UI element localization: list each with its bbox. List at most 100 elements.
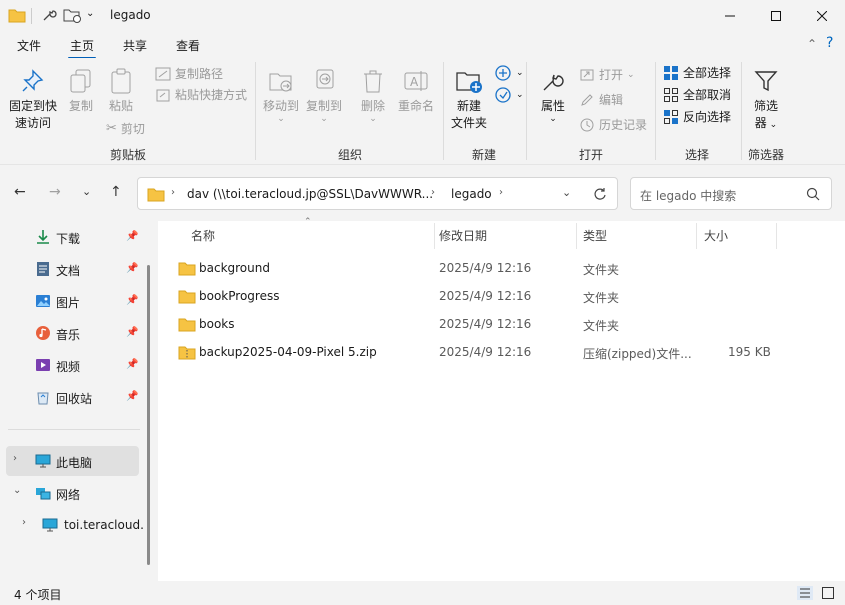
computer-icon	[35, 454, 51, 468]
file-name: books	[199, 317, 235, 331]
sidebar-scrollbar[interactable]	[147, 265, 150, 565]
navigation-pane: 下载 📌 文档 📌 图片 📌 音乐 📌 视频 📌 回收站 📌 › 此电脑 ⌄ 网…	[0, 221, 158, 581]
select-group-label: 选择	[685, 148, 710, 162]
refresh-icon[interactable]	[593, 187, 607, 201]
sidebar-item-downloads[interactable]: 下载 📌	[0, 222, 146, 252]
select-none-button[interactable]: 全部取消	[663, 86, 731, 103]
sort-ascending-icon: ⌃	[304, 217, 312, 227]
window-title: legado	[110, 8, 151, 22]
pin-quick-access-button[interactable]: 固定到快 速访问	[4, 68, 62, 132]
column-header-name[interactable]: 名称	[191, 227, 215, 244]
large-icons-view-icon[interactable]	[821, 586, 835, 600]
copy-button[interactable]: 复制	[64, 68, 98, 115]
table-row[interactable]: books 2025/4/9 12:16 文件夹	[158, 310, 845, 338]
table-row[interactable]: bookProgress 2025/4/9 12:16 文件夹	[158, 282, 845, 310]
new-folder-button[interactable]: 新建 文件夹	[447, 68, 491, 132]
column-header-type[interactable]: 类型	[583, 227, 607, 244]
ribbon: 固定到快 速访问 复制 粘贴 复制路径 粘贴快捷方式 ✂ 剪切 剪贴板 移动到 …	[0, 58, 845, 165]
help-icon[interactable]: ?	[826, 35, 833, 51]
copy-path-icon	[155, 67, 171, 80]
up-button[interactable]: ↑	[110, 184, 122, 200]
filter-button[interactable]: 筛选 器 ⌄	[748, 68, 784, 134]
recent-locations-icon[interactable]: ⌄	[82, 185, 91, 198]
properties-button[interactable]: 属性 ⌄	[532, 68, 574, 124]
chevron-right-icon[interactable]: ›	[22, 517, 26, 528]
properties-quick-icon[interactable]	[41, 7, 57, 23]
sidebar-item-videos[interactable]: 视频 📌	[0, 350, 146, 380]
collapse-ribbon-icon[interactable]: ⌃	[807, 37, 817, 51]
organize-group-label: 组织	[338, 148, 363, 162]
back-button[interactable]: ←	[14, 184, 26, 200]
sidebar-item-label: 此电脑	[56, 456, 93, 470]
sidebar-item-recycle-bin[interactable]: 回收站 📌	[0, 382, 146, 412]
open-button[interactable]: 打开 ⌄	[579, 66, 635, 83]
column-divider[interactable]	[776, 223, 777, 249]
address-history-dropdown-icon[interactable]: ⌄	[562, 186, 571, 199]
file-list: ⌃ 名称 修改日期 类型 大小 background 2025/4/9 12:1…	[158, 217, 845, 581]
delete-button[interactable]: 删除 ⌄	[356, 68, 390, 124]
move-to-label: 移动到	[262, 99, 299, 113]
pin-icon: 📌	[126, 263, 139, 274]
new-folder-quick-icon[interactable]	[63, 7, 81, 23]
breadcrumb-segment-current[interactable]: legado	[451, 187, 492, 201]
pin-icon: 📌	[126, 359, 139, 370]
sidebar-item-documents[interactable]: 文档 📌	[0, 254, 146, 284]
clipboard-group-label: 剪贴板	[110, 148, 147, 162]
address-bar[interactable]: › dav (\\toi.teracloud.jp@SSL\DavWWWR...…	[137, 177, 618, 210]
paste-button[interactable]: 粘贴	[104, 68, 138, 115]
sidebar-item-this-pc[interactable]: › 此电脑	[6, 446, 139, 476]
table-row[interactable]: background 2025/4/9 12:16 文件夹	[158, 254, 845, 282]
sidebar-item-network-share[interactable]: › toi.teracloud.	[0, 510, 146, 540]
filter-group-label: 筛选器	[748, 148, 785, 162]
search-icon[interactable]	[806, 187, 820, 201]
file-name: bookProgress	[199, 289, 280, 303]
rename-button[interactable]: A 重命名	[396, 68, 436, 115]
quick-access-dropdown-icon[interactable]: ⌄	[86, 8, 94, 19]
column-header-modified[interactable]: 修改日期	[439, 227, 487, 244]
divider	[31, 8, 32, 24]
forward-button[interactable]: →	[49, 184, 61, 200]
select-all-button[interactable]: 全部选择	[663, 64, 731, 81]
tab-view[interactable]: 查看	[176, 37, 200, 54]
search-box[interactable]: 在 legado 中搜索	[630, 177, 832, 210]
sidebar-item-pictures[interactable]: 图片 📌	[0, 286, 146, 316]
column-divider[interactable]	[576, 223, 577, 249]
maximize-button[interactable]	[753, 0, 799, 32]
tab-home[interactable]: 主页	[67, 37, 97, 59]
open-group-label: 打开	[579, 148, 604, 162]
new-item-button[interactable]: ⌄	[494, 64, 524, 82]
copy-to-button[interactable]: 复制到 ⌄	[303, 68, 345, 124]
cut-button[interactable]: ✂ 剪切	[106, 120, 145, 137]
tab-share[interactable]: 共享	[123, 37, 147, 54]
chevron-right-icon[interactable]: ›	[13, 453, 17, 464]
history-button[interactable]: 历史记录	[579, 116, 647, 133]
table-row[interactable]: backup2025-04-09-Pixel 5.zip 2025/4/9 12…	[158, 338, 845, 366]
pin-icon	[22, 69, 44, 92]
invert-selection-button[interactable]: 反向选择	[663, 108, 731, 125]
properties-label: 属性	[540, 99, 565, 113]
new-folder-icon	[456, 72, 482, 93]
column-header-size[interactable]: 大小	[704, 227, 728, 244]
new-group-label: 新建	[472, 148, 497, 162]
easy-access-button[interactable]: ⌄	[494, 86, 524, 104]
breadcrumb-segment-root[interactable]: dav (\\toi.teracloud.jp@SSL\DavWWWR...	[187, 187, 433, 201]
sidebar-item-network[interactable]: ⌄ 网络	[0, 478, 146, 508]
minimize-button[interactable]	[707, 0, 753, 32]
file-size: 195 KB	[728, 345, 771, 359]
copy-path-button[interactable]: 复制路径	[155, 65, 223, 82]
column-divider[interactable]	[434, 223, 435, 249]
close-button[interactable]	[799, 0, 845, 32]
sidebar-item-label: 网络	[56, 488, 81, 502]
search-input[interactable]: 在 legado 中搜索	[640, 187, 736, 204]
paste-shortcut-button[interactable]: 粘贴快捷方式	[155, 86, 247, 103]
sidebar-item-music[interactable]: 音乐 📌	[0, 318, 146, 348]
column-divider[interactable]	[696, 223, 697, 249]
pin-icon: 📌	[126, 231, 139, 242]
details-view-icon[interactable]	[797, 586, 813, 600]
move-to-button[interactable]: 移动到 ⌄	[260, 68, 302, 124]
music-icon	[36, 326, 50, 340]
copy-label: 复制	[68, 99, 93, 113]
edit-button[interactable]: 编辑	[579, 91, 623, 108]
chevron-down-icon[interactable]: ⌄	[13, 485, 21, 496]
tab-file[interactable]: 文件	[17, 37, 41, 54]
